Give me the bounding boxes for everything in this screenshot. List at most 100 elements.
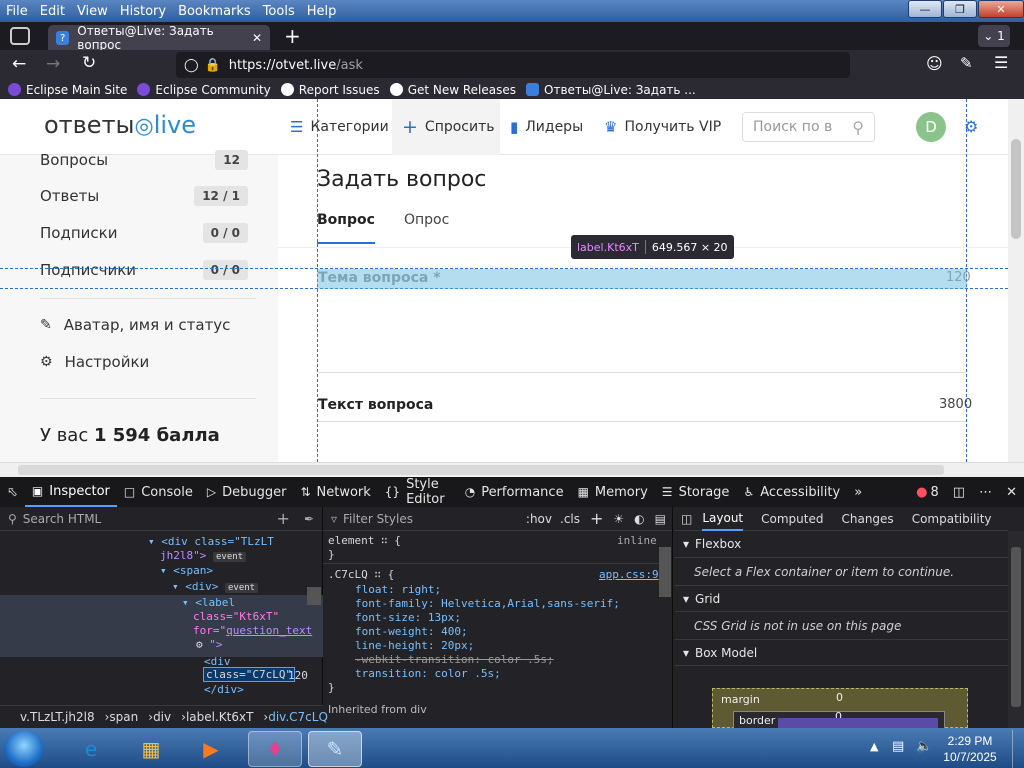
nav-ask[interactable]: + Спросить	[392, 99, 500, 155]
dock-icon[interactable]: ◫	[946, 477, 972, 507]
decl-overridden[interactable]: -webkit-transition: color .5s;	[355, 653, 554, 666]
options-icon[interactable]: ⋯	[972, 477, 999, 507]
notepad-taskbar-icon[interactable]: ✎	[308, 731, 362, 767]
more-tools-icon[interactable]: »	[847, 477, 869, 507]
crumb[interactable]: div	[153, 710, 171, 724]
error-count[interactable]: ● 8	[909, 477, 946, 507]
html-scroll-thumb[interactable]	[307, 587, 321, 605]
site-search-input[interactable]: Поиск по в ⚲	[742, 112, 875, 142]
crumb[interactable]: div.C7cLQ	[268, 710, 328, 724]
new-tab-plus-icon[interactable]: +	[284, 24, 301, 48]
search-html-input[interactable]: ⚲ Search HTML + ✒	[0, 507, 322, 531]
stat-answers[interactable]: Ответы 12 / 1	[40, 183, 248, 209]
tab-changes[interactable]: Changes	[841, 512, 893, 526]
print-icon[interactable]: ▤	[655, 512, 666, 526]
menu-file[interactable]: File	[0, 4, 34, 19]
crumb[interactable]: v.TLzLT.jh2l8	[20, 710, 95, 724]
tab-memory[interactable]: ▦ Memory	[571, 477, 655, 507]
account-icon[interactable]: ☺	[926, 54, 943, 73]
tab-console[interactable]: □ Console	[117, 477, 200, 507]
ie-icon[interactable]: e	[64, 731, 118, 767]
page-horizontal-scrollbar[interactable]	[0, 462, 1024, 477]
dark-theme-icon[interactable]: ◐	[634, 512, 644, 526]
menu-hamburger-icon[interactable]: ☰	[994, 53, 1008, 72]
network-tray-icon[interactable]: ▤	[892, 739, 904, 754]
topic-textarea[interactable]	[318, 293, 966, 373]
avatar[interactable]: D	[916, 112, 946, 142]
menu-help[interactable]: Help	[301, 4, 343, 19]
sidebar-toggle-icon[interactable]: ◫	[681, 512, 692, 526]
show-desktop-button[interactable]	[1012, 730, 1024, 768]
restore-button[interactable]: ❐	[943, 0, 977, 18]
tray-expand-icon[interactable]: ▲	[870, 740, 878, 753]
decl[interactable]: line-height: 20px;	[355, 639, 474, 652]
tab-accessibility[interactable]: ♿ Accessibility	[736, 477, 847, 507]
bookmark-eclipse-community[interactable]: Eclipse Community	[137, 83, 271, 97]
tab-question[interactable]: Вопрос	[317, 212, 375, 244]
tab-compatibility[interactable]: Compatibility	[912, 512, 992, 526]
menu-history[interactable]: History	[114, 4, 172, 19]
reload-icon[interactable]: ↻	[82, 53, 96, 73]
add-rule-icon[interactable]: +	[590, 509, 603, 528]
folder-icon[interactable]: ▦	[124, 731, 178, 767]
tab-overview-icon[interactable]	[10, 27, 30, 45]
decl[interactable]: font-family: Helvetica,Arial,sans-serif;	[355, 597, 620, 610]
decl[interactable]: float: right;	[355, 583, 441, 596]
menu-bookmarks[interactable]: Bookmarks	[172, 4, 257, 19]
tab-performance[interactable]: ◔ Performance	[458, 477, 571, 507]
extensions-icon[interactable]: ✎	[960, 54, 973, 72]
light-theme-icon[interactable]: ☀	[613, 512, 624, 526]
tab-inspector[interactable]: ▣ Inspector	[24, 477, 117, 507]
firefox-taskbar-icon[interactable]: ♦	[248, 731, 302, 767]
tab-list-button[interactable]: ⌄ 1	[978, 25, 1010, 47]
back-arrow-icon[interactable]: ←	[12, 54, 26, 74]
page-vertical-scrollbar[interactable]	[1008, 99, 1024, 462]
decl[interactable]: font-weight: 400;	[355, 625, 468, 638]
crumb[interactable]: label.Kt6xT	[186, 710, 253, 724]
tab-computed[interactable]: Computed	[761, 512, 823, 526]
tab-layout[interactable]: Layout	[702, 507, 744, 531]
bookmark-get-new-releases[interactable]: Get New Releases	[389, 83, 516, 97]
start-button-icon[interactable]	[4, 731, 44, 767]
hov-toggle[interactable]: :hov	[526, 512, 552, 526]
scroll-thumb[interactable]	[1011, 139, 1021, 239]
grid-section[interactable]: ▾ Grid	[675, 585, 1008, 612]
filter-styles-input[interactable]: ▿ Filter Styles :hov .cls + ☀ ◐ ▤	[323, 507, 672, 531]
search-icon[interactable]: ⚲	[852, 118, 864, 137]
tab-poll[interactable]: Опрос	[404, 212, 449, 228]
bookmark-otvety[interactable]: Ответы@Live: Задать ...	[526, 83, 696, 97]
close-tab-icon[interactable]: ✕	[252, 31, 262, 45]
forward-arrow-icon[interactable]: →	[46, 54, 60, 74]
bookmark-eclipse-main[interactable]: Eclipse Main Site	[8, 83, 127, 97]
pick-element-icon[interactable]: ⬁	[0, 477, 25, 507]
layout-scrollbar[interactable]	[1008, 531, 1024, 728]
flexbox-section[interactable]: ▾ Flexbox	[675, 531, 1008, 558]
gear-icon[interactable]: ⚙	[196, 638, 203, 651]
scroll-thumb[interactable]	[1011, 547, 1021, 707]
link-settings[interactable]: ⚙ Настройки	[40, 353, 149, 371]
close-devtools-icon[interactable]: ✕	[999, 477, 1024, 507]
tab-style-editor[interactable]: {} Style Editor	[378, 477, 458, 507]
editing-attribute[interactable]: class="C7cLQ"	[203, 667, 296, 682]
stat-subscribers[interactable]: Подписчики 0 / 0	[40, 257, 248, 283]
tab-storage[interactable]: ☰ Storage	[655, 477, 737, 507]
menu-edit[interactable]: Edit	[34, 4, 71, 19]
tab-debugger[interactable]: ▷ Debugger	[200, 477, 294, 507]
add-node-icon[interactable]: +	[277, 509, 290, 528]
menu-view[interactable]: View	[71, 4, 114, 19]
media-player-icon[interactable]: ▶	[184, 731, 238, 767]
stat-subscriptions[interactable]: Подписки 0 / 0	[40, 220, 248, 246]
nav-get-vip[interactable]: ♛ Получить VIP	[604, 99, 721, 155]
scroll-thumb[interactable]	[18, 465, 944, 475]
nav-leaders[interactable]: ▮ Лидеры	[510, 99, 583, 155]
active-tab[interactable]: ? Ответы@Live: Задать вопрос ✕	[48, 24, 270, 52]
nav-categories[interactable]: ☰ Категории	[290, 99, 389, 155]
volume-muted-icon[interactable]: 🔈	[916, 739, 932, 754]
crumb[interactable]: span	[109, 710, 138, 724]
cls-toggle[interactable]: .cls	[560, 512, 580, 526]
box-model-section[interactable]: ▾ Box Model	[675, 639, 1008, 666]
eyedropper-icon[interactable]: ✒	[304, 512, 314, 526]
link-avatar-name-status[interactable]: ✎ Аватар, имя и статус	[40, 316, 230, 334]
decl[interactable]: transition: color .5s;	[355, 667, 501, 680]
bookmark-report-issues[interactable]: Report Issues	[280, 83, 380, 97]
